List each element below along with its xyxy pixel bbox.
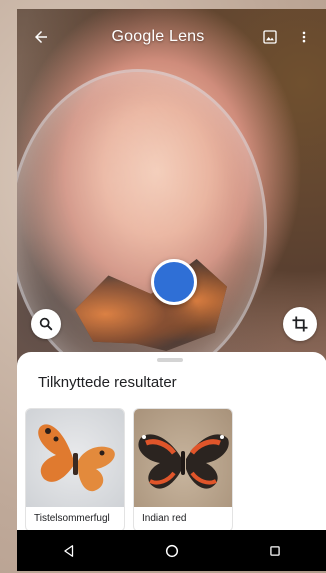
result-card[interactable]: Indian red <box>133 408 233 532</box>
gallery-button[interactable] <box>253 15 287 59</box>
result-label: Tistelsommerfugl <box>34 513 110 524</box>
results-sheet[interactable]: Tilknyttede resultater Tistelsommerfugl … <box>17 352 326 532</box>
results-list: Tistelsommerfugl Indian red <box>25 408 233 532</box>
more-vert-icon <box>302 31 306 43</box>
butterfly-image-icon <box>138 434 229 489</box>
sheet-drag-handle[interactable] <box>157 358 183 362</box>
back-button[interactable] <box>19 15 63 59</box>
phone-screen: Google Lens Tilknyttede resultater Tiste… <box>17 9 326 571</box>
crop-button[interactable] <box>283 307 317 341</box>
sheet-title: Tilknyttede resultater <box>38 374 177 391</box>
device-frame: Google Lens Tilknyttede resultater Tiste… <box>0 0 326 573</box>
result-label: Indian red <box>142 513 187 524</box>
more-options-button[interactable] <box>287 15 321 59</box>
nav-recents-button[interactable] <box>253 533 297 569</box>
top-actions <box>253 15 321 59</box>
arrow-left-icon <box>35 31 47 43</box>
image-icon <box>263 30 277 44</box>
search-button[interactable] <box>31 309 61 339</box>
crop-icon <box>292 316 308 332</box>
butterfly-image-icon <box>38 424 115 492</box>
search-icon <box>39 317 53 331</box>
result-card[interactable]: Tistelsommerfugl <box>25 408 125 532</box>
system-nav-bar <box>17 530 326 571</box>
nav-recents-icon <box>270 545 281 556</box>
nav-home-button[interactable] <box>150 533 194 569</box>
nav-back-icon <box>63 544 73 557</box>
app-title: Google Lens <box>111 28 205 45</box>
magnifier-glass <box>17 69 267 385</box>
shutter-button[interactable] <box>151 259 197 305</box>
result-thumbnail <box>26 409 124 507</box>
top-app-bar: Google Lens <box>17 9 326 65</box>
result-thumbnail <box>134 409 232 507</box>
nav-back-button[interactable] <box>47 533 91 569</box>
nav-home-icon <box>165 544 179 557</box>
